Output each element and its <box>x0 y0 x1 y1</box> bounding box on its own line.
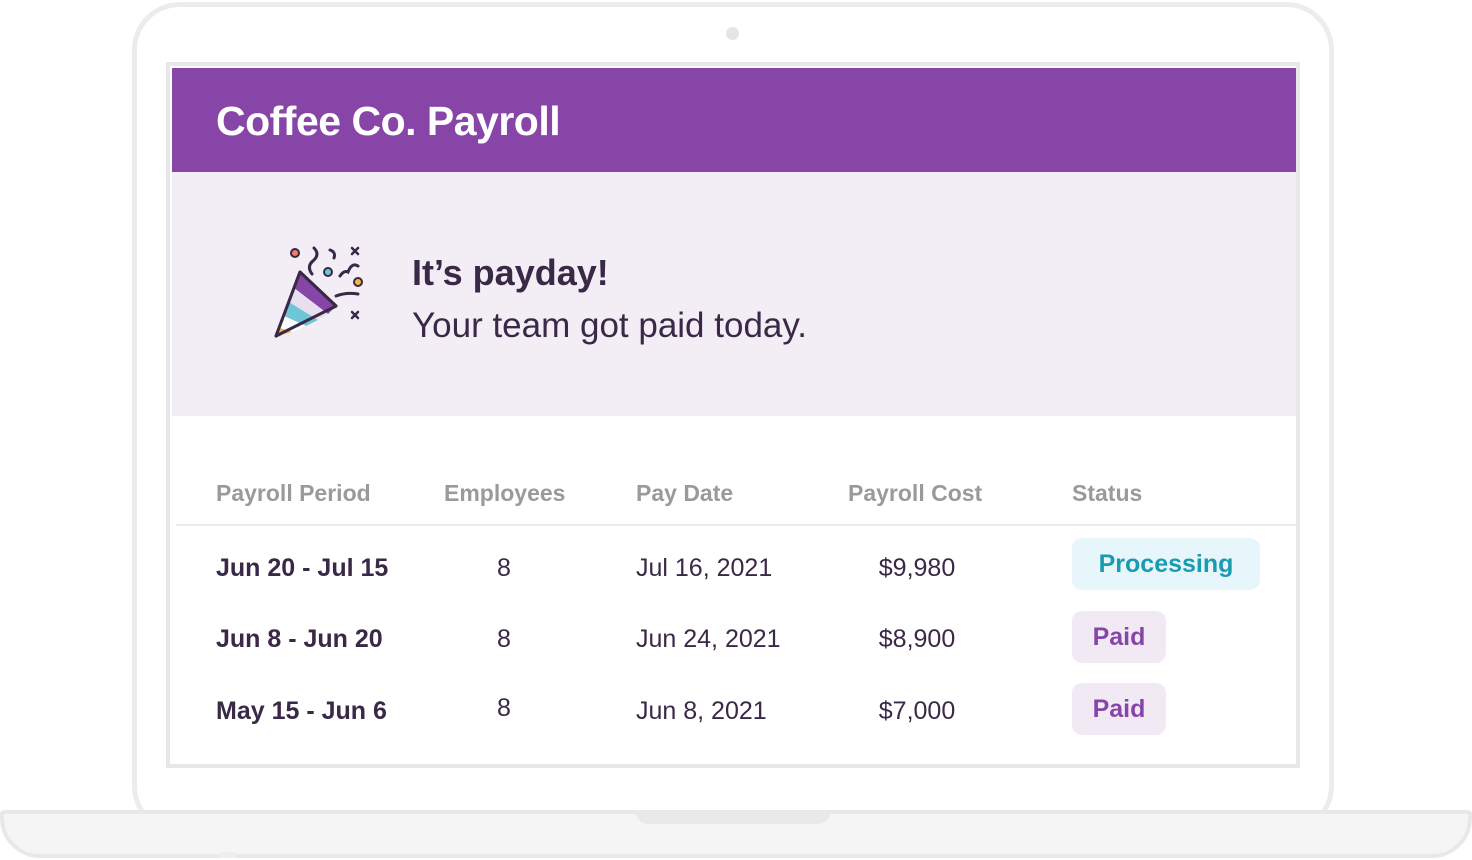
status-badge: Processing <box>1072 538 1260 590</box>
column-header-payroll-cost: Payroll Cost <box>848 480 983 506</box>
payroll-cost-cell: $9,980 <box>878 554 956 582</box>
payroll-cost-cell: $8,900 <box>878 625 956 653</box>
party-popper-icon <box>274 246 363 338</box>
payroll-period-cell: Jun 8 - Jun 20 <box>216 625 383 653</box>
column-header-employees: Employees <box>444 480 566 506</box>
column-header-pay-date: Pay Date <box>636 480 734 506</box>
app-screen: Coffee Co. Payroll It’s payday! Your tea… <box>166 62 1300 768</box>
payroll-period-cell: Jun 20 - Jul 15 <box>216 554 389 582</box>
status-badge: Paid <box>1072 611 1166 663</box>
status-badge: Paid <box>1072 683 1166 735</box>
pay-date-cell: Jun 8, 2021 <box>636 697 767 725</box>
column-header-status: Status <box>1072 480 1143 506</box>
app-title: Coffee Co. Payroll <box>216 98 561 144</box>
table-row[interactable]: Jun 20 - Jul 15 8 Jul 16, 2021 $9,980 Pr… <box>176 538 1296 614</box>
payday-banner: It’s payday! Your team got paid today. <box>172 172 1296 416</box>
employees-cell: 8 <box>497 554 511 582</box>
pay-date-cell: Jun 24, 2021 <box>636 625 781 653</box>
employees-cell: 8 <box>497 625 511 653</box>
header-divider <box>176 524 1296 526</box>
table-row[interactable]: Jun 8 - Jun 20 8 Jun 24, 2021 $8,900 Pai… <box>176 611 1296 685</box>
app-header: Coffee Co. Payroll <box>172 68 1296 172</box>
payroll-period-cell: May 15 - Jun 6 <box>216 697 387 725</box>
laptop-foot <box>218 852 236 858</box>
banner-message: Your team got paid today. <box>412 306 807 345</box>
laptop-notch <box>636 810 830 824</box>
banner-heading: It’s payday! <box>412 252 609 293</box>
column-header-payroll-period: Payroll Period <box>216 480 371 506</box>
pay-date-cell: Jul 16, 2021 <box>636 554 773 582</box>
payroll-cost-cell: $7,000 <box>878 697 956 725</box>
table-row[interactable]: May 15 - Jun 6 8 Jun 8, 2021 $7,000 Paid <box>176 683 1296 757</box>
camera-dot <box>726 27 739 40</box>
employees-cell: 8 <box>497 694 511 722</box>
